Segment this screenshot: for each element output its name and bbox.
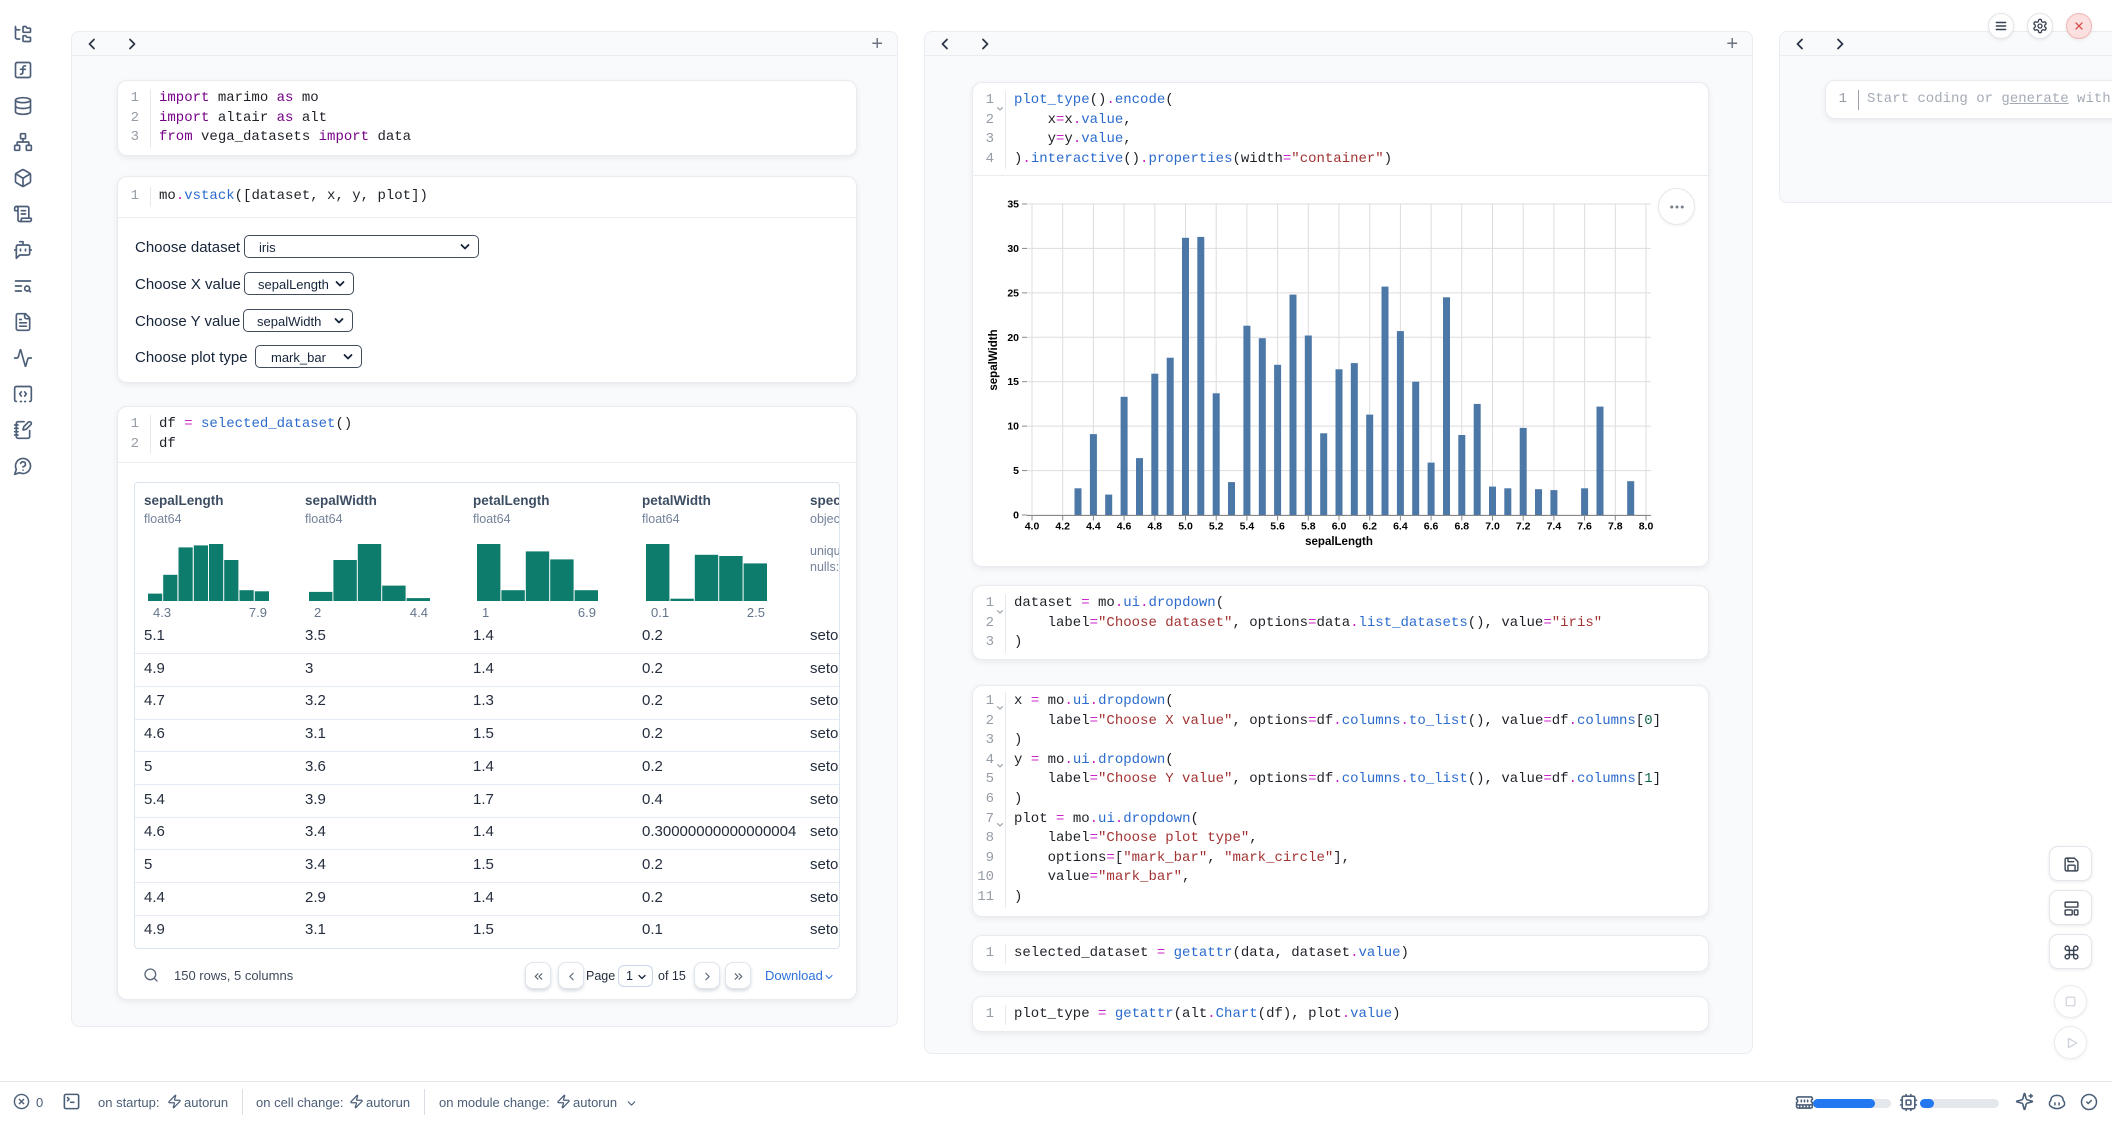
svg-text:7.0: 7.0 xyxy=(1485,521,1500,533)
svg-text:6.8: 6.8 xyxy=(1454,521,1469,533)
svg-text:35: 35 xyxy=(1007,199,1019,211)
svg-text:sepalLength: sepalLength xyxy=(1305,536,1373,548)
svg-text:7.6: 7.6 xyxy=(1577,521,1592,533)
svg-text:5.0: 5.0 xyxy=(1178,521,1193,533)
svg-text:4.0: 4.0 xyxy=(1025,521,1040,533)
svg-text:7.8: 7.8 xyxy=(1608,521,1623,533)
svg-text:0: 0 xyxy=(1013,510,1019,522)
svg-text:5.4: 5.4 xyxy=(1240,521,1255,533)
svg-text:6.0: 6.0 xyxy=(1332,521,1347,533)
svg-text:4.8: 4.8 xyxy=(1147,521,1162,533)
svg-text:5.8: 5.8 xyxy=(1301,521,1316,533)
svg-text:5: 5 xyxy=(1013,465,1019,477)
svg-text:sepalWidth: sepalWidth xyxy=(988,329,1000,390)
svg-text:8.0: 8.0 xyxy=(1639,521,1654,533)
svg-text:4.4: 4.4 xyxy=(1086,521,1101,533)
svg-text:4.6: 4.6 xyxy=(1117,521,1132,533)
svg-text:30: 30 xyxy=(1007,243,1019,255)
svg-text:10: 10 xyxy=(1007,421,1019,433)
svg-text:15: 15 xyxy=(1007,376,1019,388)
svg-text:5.2: 5.2 xyxy=(1209,521,1224,533)
svg-text:4.2: 4.2 xyxy=(1055,521,1070,533)
svg-text:6.4: 6.4 xyxy=(1393,521,1408,533)
svg-text:6.6: 6.6 xyxy=(1424,521,1439,533)
svg-text:25: 25 xyxy=(1007,287,1019,299)
svg-text:7.2: 7.2 xyxy=(1516,521,1531,533)
svg-text:7.4: 7.4 xyxy=(1547,521,1562,533)
svg-text:5.6: 5.6 xyxy=(1270,521,1285,533)
svg-text:20: 20 xyxy=(1007,332,1019,344)
svg-text:6.2: 6.2 xyxy=(1362,521,1377,533)
